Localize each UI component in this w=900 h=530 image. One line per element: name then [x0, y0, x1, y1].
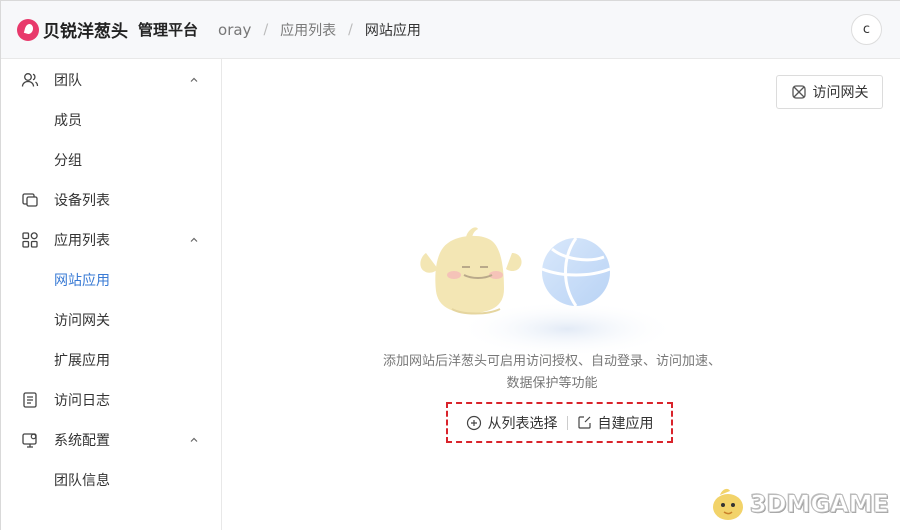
breadcrumb-separator: /: [263, 21, 269, 38]
create-app-label: 自建应用: [597, 415, 654, 432]
team-icon: [21, 71, 39, 89]
sidebar-item-web-apps[interactable]: 网站应用: [54, 260, 110, 300]
sidebar-item-devices[interactable]: 设备列表: [1, 180, 221, 220]
chevron-up-icon: [189, 73, 199, 89]
sidebar-item-team-info[interactable]: 团队信息: [54, 460, 110, 500]
chevron-up-icon: [189, 433, 199, 449]
add-app-actions: 从列表选择 自建应用: [446, 402, 673, 443]
sidebar-item-label: 团队: [54, 73, 82, 89]
top-bar: 贝锐洋葱头 管理平台 oray / 应用列表 / 网站应用 c: [1, 1, 900, 59]
apps-icon: [21, 231, 39, 249]
breadcrumb-app-list[interactable]: 应用列表: [280, 20, 336, 40]
chevron-up-icon: [189, 233, 199, 249]
sidebar-item-groups[interactable]: 分组: [54, 140, 82, 180]
watermark-mascot-icon: [712, 488, 743, 520]
access-gateway-label: 访问网关: [812, 85, 869, 101]
sidebar-item-label: 系统配置: [54, 433, 110, 449]
brand-logo[interactable]: 贝锐洋葱头: [17, 17, 128, 42]
sidebar-item-extensions[interactable]: 扩展应用: [54, 340, 110, 380]
breadcrumb-current: 网站应用: [364, 22, 421, 39]
sidebar-item-team[interactable]: 团队: [1, 60, 221, 100]
sidebar: 团队 成员 分组 设备列表 应用列表 网站应用 访问网关 扩展应用 访问日志 系…: [1, 59, 222, 530]
select-from-list-label: 从列表选择: [487, 415, 558, 432]
log-icon: [21, 391, 39, 409]
access-gateway-button[interactable]: 访问网关: [776, 75, 883, 109]
devices-icon: [21, 191, 39, 209]
sidebar-item-label: 设备列表: [54, 193, 110, 209]
main-content: 访问网关 添加网站后洋葱头可启用访问授权、自动登录、访问加速、数据保护等功能 从…: [222, 59, 900, 530]
watermark-text: 3DMGAME: [749, 490, 889, 519]
sidebar-item-gateway[interactable]: 访问网关: [54, 300, 110, 340]
sidebar-item-apps[interactable]: 应用列表: [1, 220, 221, 260]
sidebar-item-members[interactable]: 成员: [54, 100, 82, 140]
breadcrumb-org[interactable]: oray: [218, 21, 251, 39]
breadcrumb-separator: /: [348, 21, 353, 38]
user-avatar[interactable]: c: [851, 14, 882, 45]
sidebar-item-label: 应用列表: [54, 233, 110, 249]
empty-state-description: 添加网站后洋葱头可启用访问授权、自动登录、访问加速、数据保护等功能: [382, 354, 721, 391]
brand-name: 贝锐洋葱头: [43, 22, 128, 42]
settings-icon: [21, 431, 39, 449]
onion-logo-icon: [17, 18, 39, 41]
action-divider: [566, 415, 568, 430]
select-from-list-button[interactable]: 从列表选择: [466, 413, 558, 433]
app-window: 贝锐洋葱头 管理平台 oray / 应用列表 / 网站应用 c 团队 成员 分组…: [0, 0, 900, 530]
plus-circle-icon: [466, 415, 482, 431]
gateway-icon: [791, 84, 807, 100]
empty-state-illustration: [420, 227, 677, 357]
create-app-button[interactable]: 自建应用: [577, 413, 654, 433]
sidebar-item-label: 访问日志: [54, 393, 110, 409]
edit-icon: [577, 415, 592, 430]
platform-title: 管理平台: [138, 21, 199, 39]
sidebar-item-settings[interactable]: 系统配置: [1, 420, 221, 460]
watermark: 3DMGAME: [706, 485, 890, 523]
breadcrumb: oray / 应用列表 / 网站应用: [218, 20, 421, 40]
sidebar-item-access-log[interactable]: 访问日志: [1, 380, 221, 420]
